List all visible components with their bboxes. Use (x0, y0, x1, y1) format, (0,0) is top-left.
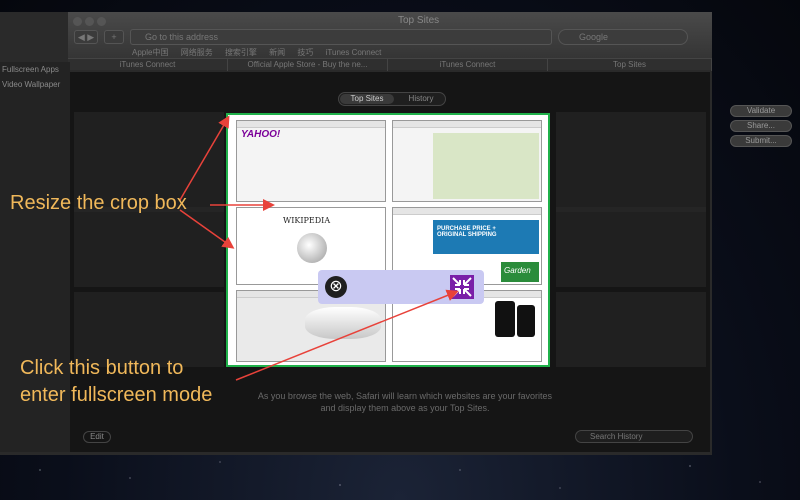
background-thumbnail (556, 292, 706, 367)
wikipedia-title: WIKIPEDIA (283, 216, 331, 225)
submit-button[interactable]: Submit... (730, 135, 792, 147)
resize-annotation: Resize the crop box (10, 192, 187, 214)
fullscreen-annotation-line2: enter fullscreen mode (20, 384, 213, 406)
validate-button[interactable]: Validate (730, 105, 792, 117)
background-thumbnail (74, 207, 224, 287)
tab-bar: iTunes Connect Official Apple Store - Bu… (68, 58, 712, 71)
bookmark-item[interactable]: 新闻 (269, 48, 285, 57)
sidebar-item-video-wallpaper[interactable]: Video Wallpaper (0, 77, 70, 92)
garden-ad: Garden (501, 262, 539, 282)
background-thumbnail (556, 112, 706, 212)
share-button[interactable]: Share... (730, 120, 792, 132)
fullscreen-arrows-icon (452, 277, 472, 297)
background-thumbnail (556, 207, 706, 287)
address-placeholder: Go to this address (145, 32, 219, 42)
fullscreen-icon[interactable] (450, 275, 474, 299)
bookmark-item[interactable]: 网络服务 (181, 48, 213, 57)
add-bookmark-button[interactable]: + (104, 30, 124, 44)
minimize-window-icon[interactable] (85, 17, 94, 26)
top-sites-segmented-control: Top Sites History (338, 92, 446, 106)
thumbnail-yahoo[interactable]: YAHOO! (236, 120, 386, 202)
iphone-image (495, 301, 515, 337)
close-icon[interactable]: ⊗ (325, 276, 347, 298)
search-field[interactable]: Google (558, 29, 688, 45)
top-sites-hint: As you browse the web, Safari will learn… (257, 391, 553, 413)
fullscreen-annotation-line1: Click this button to (20, 357, 184, 379)
bookmark-item[interactable]: Apple中国 (132, 48, 168, 57)
tab-top-sites[interactable]: Top Sites (548, 59, 712, 71)
segment-top-sites[interactable]: Top Sites (340, 94, 394, 104)
edit-button[interactable]: Edit (83, 431, 111, 443)
map-image (433, 133, 539, 199)
tab-itunes-connect-2[interactable]: iTunes Connect (388, 59, 548, 71)
fullscreen-annotation: Click this button to enter fullscreen mo… (20, 355, 212, 409)
iphone-image (517, 305, 535, 337)
bookmark-item[interactable]: 搜索引擎 (225, 48, 257, 57)
sidebar-item-fullscreen-apps[interactable]: Fullscreen Apps (0, 62, 70, 77)
bookmark-item[interactable]: 技巧 (297, 48, 313, 57)
yahoo-logo: YAHOO! (241, 129, 281, 140)
window-title: Top Sites (398, 15, 440, 26)
wikipedia-globe-icon (297, 233, 327, 263)
right-panel: Validate Share... Submit... (712, 90, 800, 340)
product-image (305, 307, 381, 339)
capture-toolbar: ⊗ (318, 270, 484, 304)
bookmark-item[interactable]: iTunes Connect (326, 48, 382, 57)
desktop: Top Sites ◀ ▶ + Go to this address Googl… (0, 0, 800, 500)
tab-itunes-connect[interactable]: iTunes Connect (68, 59, 228, 71)
search-placeholder: Google (579, 32, 609, 42)
close-window-icon[interactable] (73, 17, 82, 26)
segment-history[interactable]: History (397, 94, 445, 103)
crop-box[interactable]: YAHOO! WIKIPEDIA PURCHASE PRICE + ORIGIN… (226, 113, 550, 367)
address-bar[interactable]: Go to this address (130, 29, 552, 45)
ebay-promo: PURCHASE PRICE + ORIGINAL SHIPPING (433, 220, 539, 254)
thumbnail-google-maps[interactable] (392, 120, 542, 202)
back-forward-button[interactable]: ◀ ▶ (74, 30, 98, 44)
tab-apple-store[interactable]: Official Apple Store - Buy the ne... (228, 59, 388, 71)
bookmarks-bar: Apple中国 网络服务 搜索引擎 新闻 技巧 iTunes Connect (132, 47, 391, 58)
zoom-window-icon[interactable] (97, 17, 106, 26)
search-history-field[interactable]: Search History (575, 430, 693, 443)
